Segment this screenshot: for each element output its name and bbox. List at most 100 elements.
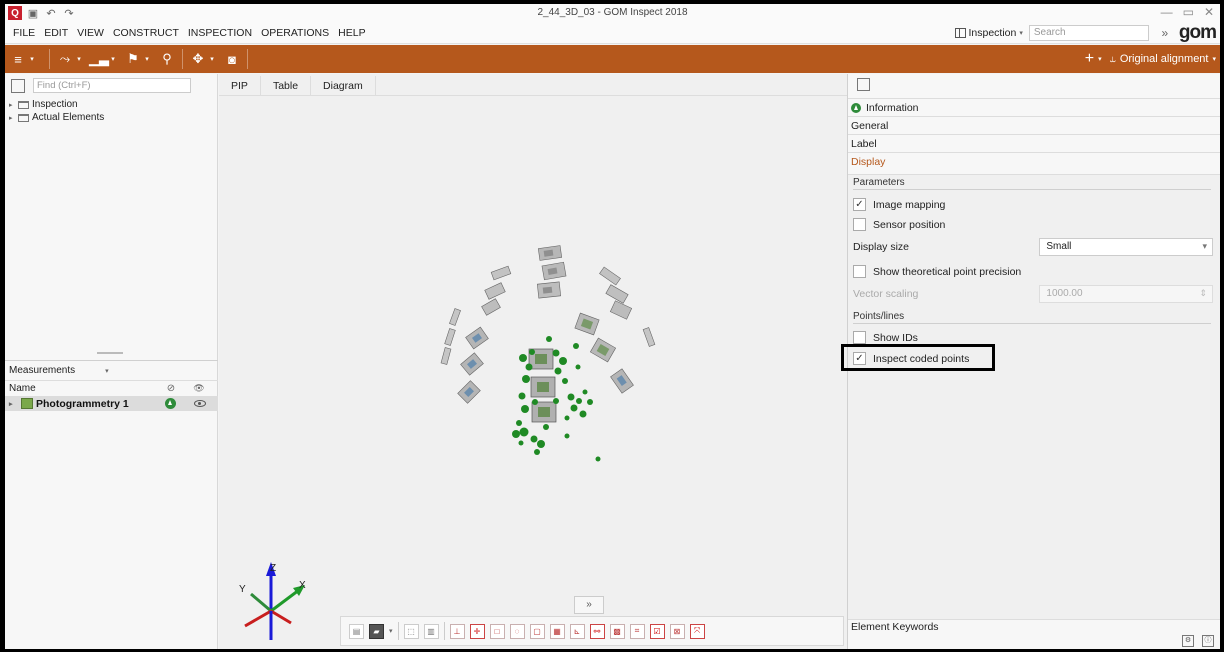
alignment-icon: ⥿ xyxy=(1109,52,1116,65)
construct-icon[interactable]: ⤳ xyxy=(56,49,74,69)
info-icon[interactable]: ⓘ xyxy=(1202,635,1214,647)
menu-construct[interactable]: CONSTRUCT xyxy=(113,27,179,39)
settings-icon[interactable]: ⚙ xyxy=(1182,635,1194,647)
eye-icon[interactable] xyxy=(194,400,206,407)
navigate-icon[interactable]: ✥ xyxy=(189,49,207,69)
checkbox-checked[interactable]: ✓ xyxy=(853,198,866,211)
chevron-down-icon: ▾ xyxy=(1019,30,1023,37)
menu-icon[interactable]: ≡ xyxy=(9,49,27,69)
image-mapping-checkbox[interactable]: ✓ Image mapping xyxy=(853,196,945,213)
element-keywords-label: Element Keywords xyxy=(851,621,939,633)
tab-diagram[interactable]: Diagram xyxy=(311,76,376,96)
section-general[interactable]: General xyxy=(848,116,1220,134)
tree-item-inspection[interactable]: ▸ Inspection xyxy=(9,98,104,111)
panel-footer: ⚙ ⓘ xyxy=(1182,635,1214,647)
properties-panel: Information General Label Display Parame… xyxy=(841,74,1220,649)
theoretical-precision-checkbox[interactable]: Show theoretical point precision xyxy=(853,263,1021,280)
workspace-selector[interactable]: Inspection ▾ xyxy=(954,27,1023,39)
workspace-icon xyxy=(954,28,966,38)
tab-pip[interactable]: PIP xyxy=(219,76,261,96)
menu-edit[interactable]: EDIT xyxy=(44,27,68,39)
photogrammetry-icon xyxy=(21,398,33,409)
camera-frame xyxy=(609,300,633,320)
link-icon[interactable]: ⚯ xyxy=(589,623,605,639)
toolbar-separator xyxy=(182,49,183,69)
chart-icon[interactable]: ▁▃ xyxy=(89,49,109,69)
check-box-icon[interactable]: ☑ xyxy=(649,623,665,639)
measurements-dropdown[interactable]: Measurements ▾ xyxy=(5,360,218,380)
point-select-icon[interactable]: ⊥ xyxy=(449,623,465,639)
section-label-text: Label xyxy=(851,137,877,150)
menu-operations[interactable]: OPERATIONS xyxy=(261,27,329,39)
columns-icon[interactable]: ▥ xyxy=(423,623,439,639)
find-input[interactable]: Find (Ctrl+F) xyxy=(33,78,191,93)
alignment-selector[interactable]: Original alignment xyxy=(1120,53,1209,65)
app-window: Q ▣ ↶ ↷ 2_44_3D_03 - GOM Inspect 2018 — … xyxy=(5,4,1220,649)
search-input[interactable]: Search xyxy=(1028,25,1149,41)
window-title: 2_44_3D_03 - GOM Inspect 2018 xyxy=(537,7,688,18)
close-button[interactable]: ✕ xyxy=(1204,5,1214,19)
ellipse-select-icon[interactable]: ◌ xyxy=(509,623,525,639)
chevron-down-icon[interactable]: ▾ xyxy=(1098,55,1102,63)
chevron-down-icon[interactable]: ▾ xyxy=(74,49,84,69)
element-keywords-section[interactable]: Element Keywords xyxy=(848,619,1220,634)
flag-icon[interactable]: ⚑ xyxy=(124,49,142,69)
section-label[interactable]: Label xyxy=(848,134,1220,152)
menu-inspection[interactable]: INSPECTION xyxy=(188,27,252,39)
menu-help[interactable]: HELP xyxy=(338,27,365,39)
pin-icon[interactable] xyxy=(11,78,25,93)
add-icon[interactable]: + xyxy=(1085,50,1094,68)
chevron-down-icon[interactable]: ▾ xyxy=(1212,55,1216,63)
transform-icon[interactable]: ⤧ xyxy=(689,623,705,639)
panel-splitter[interactable] xyxy=(97,352,123,354)
column-name[interactable]: Name xyxy=(5,383,157,394)
menu-file[interactable]: FILE xyxy=(13,27,35,39)
double-chevron-icon[interactable]: » xyxy=(1157,26,1173,40)
expand-toolbar-button[interactable]: » xyxy=(574,596,604,614)
pin-icon[interactable] xyxy=(857,78,870,91)
chevron-right-icon[interactable]: ▸ xyxy=(9,101,15,109)
bracket-icon[interactable]: ⌗ xyxy=(629,623,645,639)
section-display[interactable]: Display xyxy=(848,152,1220,170)
sensor-position-checkbox[interactable]: Sensor position xyxy=(853,216,945,233)
chevron-right-icon[interactable]: ▸ xyxy=(5,400,15,408)
status-column-icon[interactable]: ⊘ xyxy=(157,383,185,394)
square-select-icon[interactable]: ▢ xyxy=(529,623,545,639)
section-information[interactable]: Information xyxy=(848,98,1220,116)
select-icon[interactable]: ⬚ xyxy=(403,623,419,639)
tab-table[interactable]: Table xyxy=(261,76,312,96)
image-icon[interactable]: ▰ xyxy=(369,623,384,639)
table-row[interactable]: ▸ Photogrammetry 1 xyxy=(5,396,218,411)
3d-scene[interactable]: Z X Y xyxy=(219,96,847,649)
checkbox-unchecked[interactable] xyxy=(853,218,866,231)
element-tree: ▸ Inspection ▸ Actual Elements xyxy=(9,98,104,124)
camera-frame xyxy=(449,308,461,326)
angle-icon[interactable]: ⊾ xyxy=(569,623,585,639)
crosshair-icon[interactable]: ✛ xyxy=(469,623,485,639)
camera-frame xyxy=(642,327,656,347)
tree-item-actual-elements[interactable]: ▸ Actual Elements xyxy=(9,111,104,124)
chevron-down-icon[interactable]: ▾ xyxy=(27,49,37,69)
camera-frame xyxy=(599,266,621,286)
rectangle-select-icon[interactable]: □ xyxy=(489,623,505,639)
chevron-right-icon[interactable]: ▸ xyxy=(9,114,15,122)
visibility-column-icon[interactable]: 👁 xyxy=(185,383,213,394)
checkbox-unchecked[interactable] xyxy=(853,331,866,344)
delete-icon[interactable]: ⊠ xyxy=(669,623,685,639)
grid-select-icon[interactable]: ▦ xyxy=(549,623,565,639)
chevron-down-icon[interactable]: ▾ xyxy=(142,49,152,69)
workspace-label: Inspection xyxy=(968,27,1017,39)
chevron-down-icon[interactable]: ▾ xyxy=(389,627,393,635)
minimize-button[interactable]: — xyxy=(1161,5,1173,19)
menu-view[interactable]: VIEW xyxy=(77,27,104,39)
list-icon[interactable]: ▤ xyxy=(349,623,364,639)
display-size-select[interactable]: Small xyxy=(1039,238,1213,256)
chevron-down-icon[interactable]: ▾ xyxy=(108,49,118,69)
chevron-down-icon[interactable]: ▾ xyxy=(207,49,217,69)
search-icon[interactable]: ⚲ xyxy=(158,49,176,69)
checkbox-unchecked[interactable] xyxy=(853,265,866,278)
restore-button[interactable]: ▭ xyxy=(1183,5,1194,19)
toolbar-separator xyxy=(247,49,248,69)
camera-icon[interactable]: ◙ xyxy=(223,49,241,69)
hatch-icon[interactable]: ▩ xyxy=(609,623,625,639)
